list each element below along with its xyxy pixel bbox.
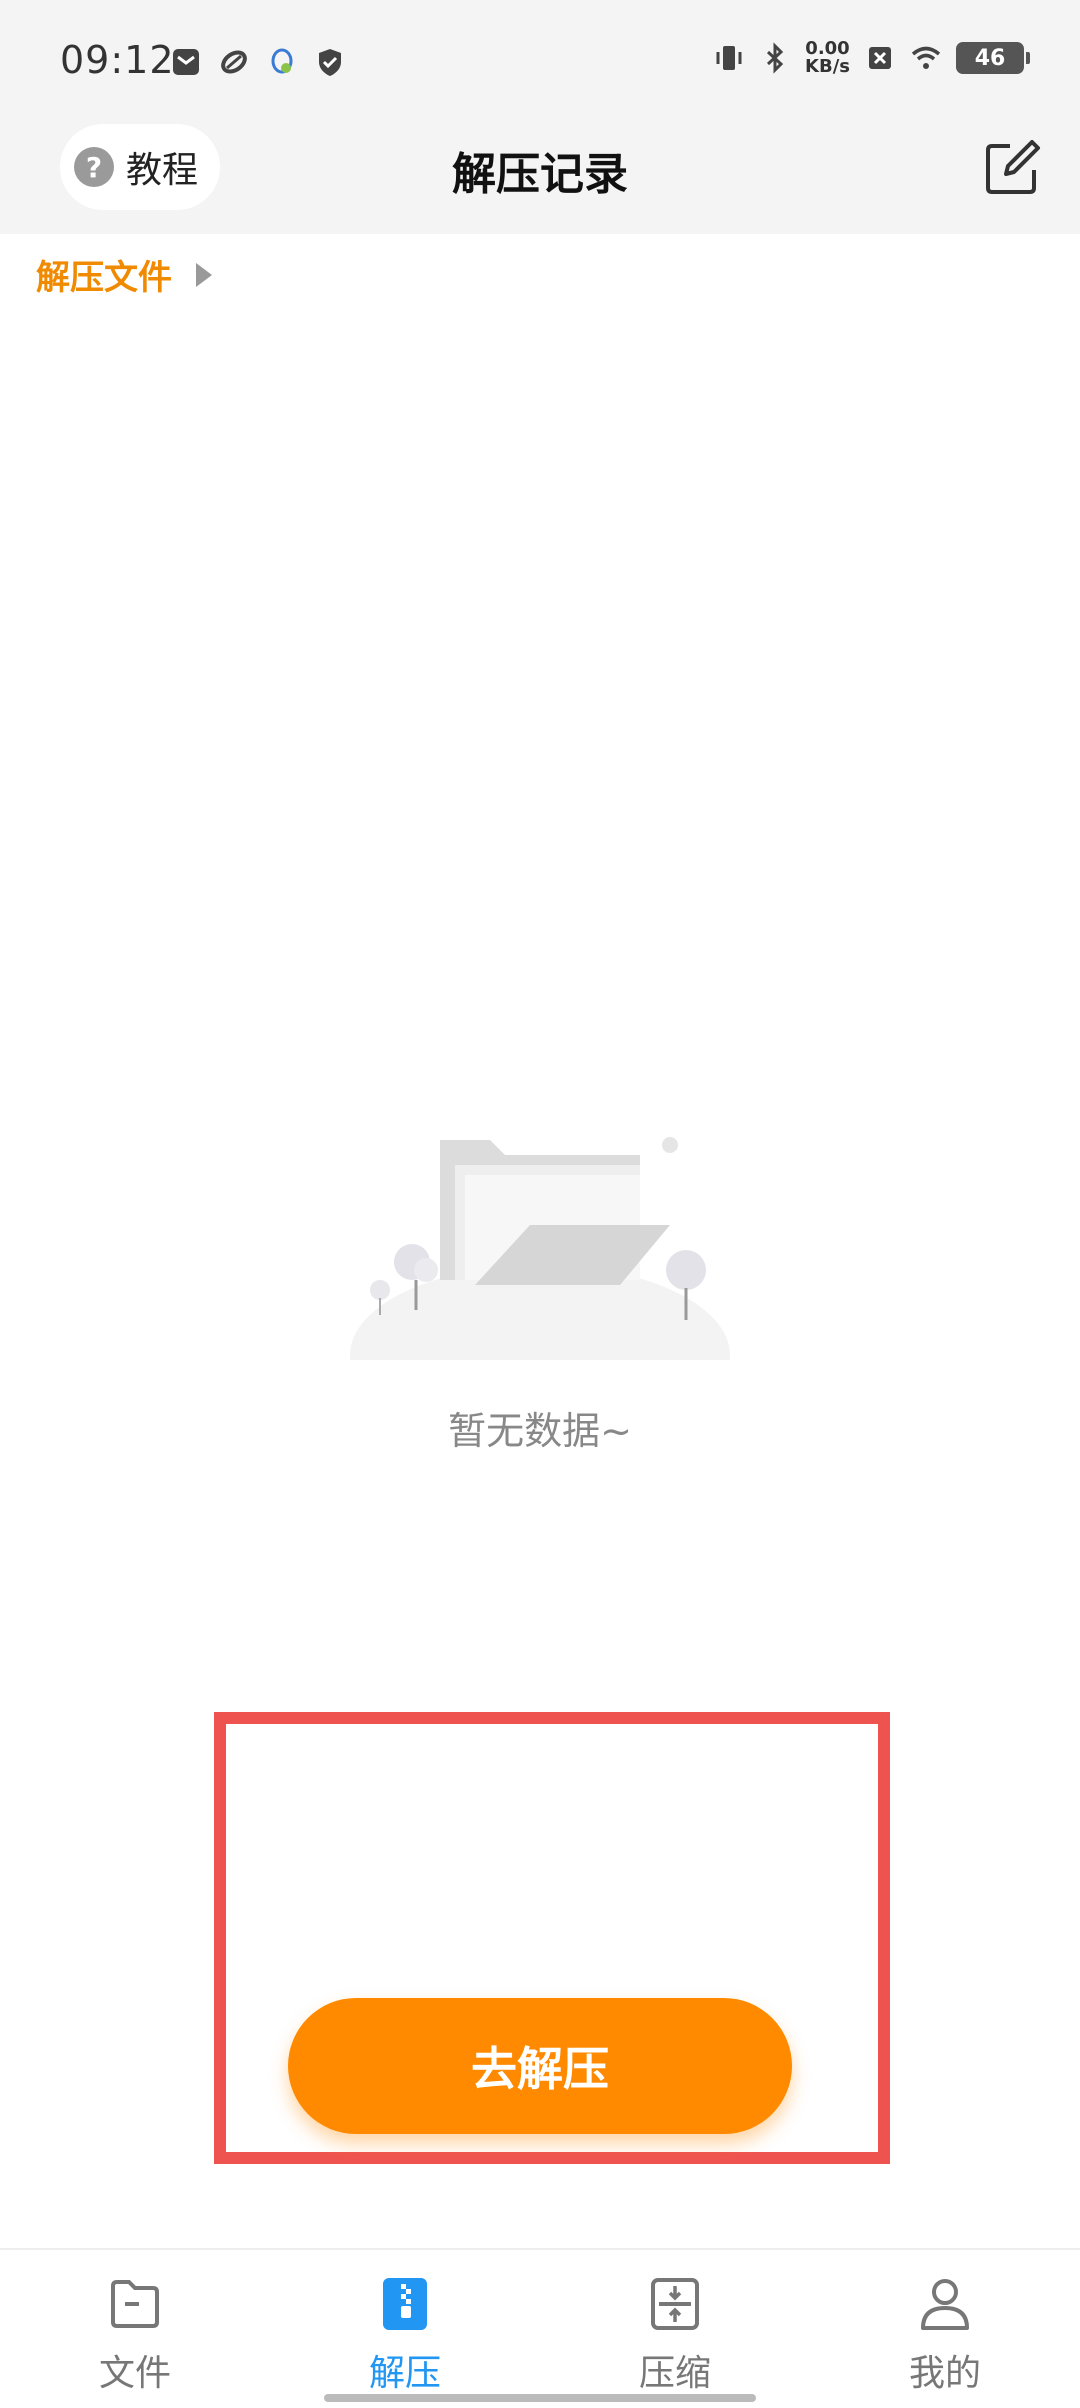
bottom-nav: 文件 解压 压缩 我的 bbox=[0, 2248, 1080, 2408]
go-extract-button[interactable]: 去解压 bbox=[288, 1998, 792, 2134]
tab-label: 我的 bbox=[908, 2353, 981, 2394]
bluetooth-icon bbox=[767, 42, 784, 74]
person-icon bbox=[921, 2279, 969, 2330]
zip-icon bbox=[383, 2278, 427, 2330]
empty-folder-illustration bbox=[350, 1137, 730, 1360]
status-right-icons: 0.00 KB/s 46 bbox=[713, 40, 1030, 76]
breadcrumb-arrow-icon bbox=[196, 262, 212, 287]
tab-mine[interactable]: 我的 bbox=[810, 2250, 1080, 2408]
go-extract-label: 去解压 bbox=[471, 2042, 609, 2096]
mail-icon bbox=[173, 49, 199, 75]
folder-icon bbox=[111, 2280, 159, 2328]
status-bar: 09:12 0.00 KB/s 46 bbox=[0, 0, 1080, 120]
status-time: 09:12 bbox=[60, 38, 175, 82]
tab-label: 文件 bbox=[98, 2353, 171, 2394]
breadcrumb: 解压文件 bbox=[36, 250, 212, 299]
network-speed: 0.00 KB/s bbox=[805, 40, 850, 76]
tab-extract[interactable]: 解压 bbox=[270, 2250, 540, 2408]
edit-icon[interactable] bbox=[980, 136, 1044, 200]
breadcrumb-item-extract-files[interactable]: 解压文件 bbox=[36, 250, 172, 299]
tab-files[interactable]: 文件 bbox=[0, 2250, 270, 2408]
home-indicator[interactable] bbox=[324, 2394, 756, 2402]
shield-icon bbox=[319, 49, 341, 76]
network-speed-unit: KB/s bbox=[805, 56, 850, 77]
link-icon bbox=[221, 50, 247, 74]
empty-state-text: 暂无数据~ bbox=[448, 1409, 632, 1453]
app-header: ? 教程 解压记录 bbox=[0, 120, 1080, 234]
compress-icon bbox=[651, 2278, 699, 2330]
qq-icon bbox=[271, 48, 293, 74]
tab-label: 压缩 bbox=[638, 2353, 711, 2394]
battery-icon: 46 bbox=[956, 42, 1030, 74]
tab-label: 解压 bbox=[368, 2353, 441, 2394]
page-title: 解压记录 bbox=[452, 149, 628, 200]
tab-compress[interactable]: 压缩 bbox=[540, 2250, 810, 2408]
wifi-icon bbox=[911, 46, 941, 69]
no-sim-icon bbox=[869, 47, 891, 69]
status-left-icons bbox=[170, 46, 346, 78]
vibrate-icon bbox=[716, 46, 742, 70]
